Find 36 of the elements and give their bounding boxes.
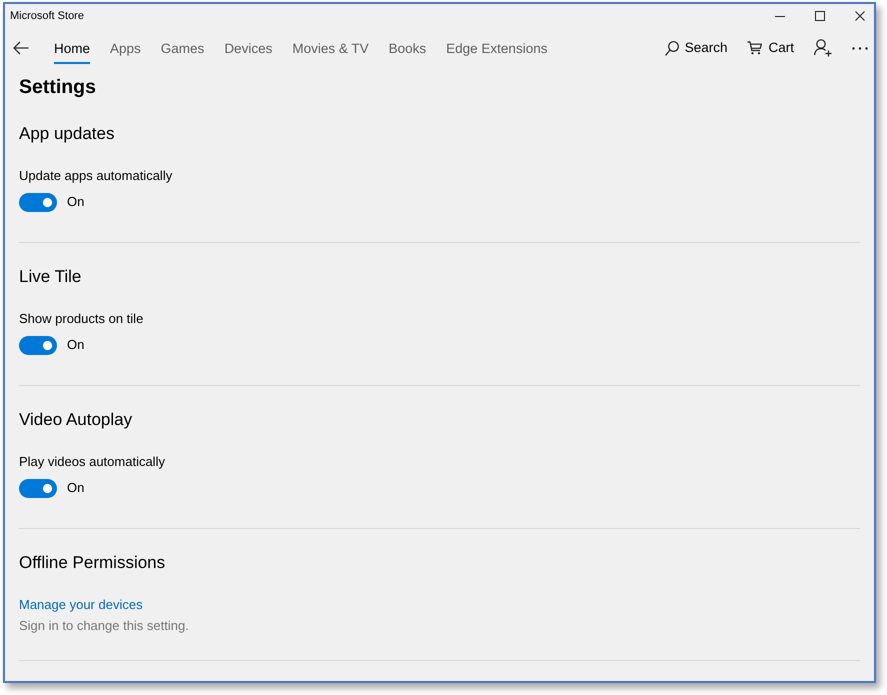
account-button[interactable] (814, 39, 832, 57)
toggle-switch[interactable] (19, 336, 57, 354)
window-title: Microsoft Store (10, 9, 84, 23)
nav-tab[interactable]: Edge Extensions (446, 28, 548, 64)
toggle-switch[interactable] (19, 478, 57, 498)
more-button[interactable] (852, 46, 868, 50)
section-heading: Live Tile (19, 266, 82, 288)
more-icon (852, 46, 868, 50)
toggle-state-label: On (67, 479, 84, 497)
settings-link[interactable]: Manage your devices (19, 596, 143, 614)
setting-label: Update apps automatically (19, 167, 174, 185)
close-icon (855, 11, 865, 21)
back-arrow-icon (13, 41, 29, 55)
toggle-state-label: On (67, 336, 84, 354)
cart-icon (747, 41, 762, 55)
setting-label: Show products on tile (19, 310, 144, 328)
setting-label: Play videos automatically (19, 453, 166, 471)
section-heading: App updates (19, 123, 116, 145)
cart-button[interactable]: Cart (747, 39, 794, 57)
section-heading: Video Autoplay (19, 409, 134, 431)
nav-tab[interactable]: Apps (110, 28, 141, 64)
nav-tab[interactable]: Games (160, 28, 204, 64)
section-heading: Offline Permissions (19, 552, 166, 574)
nav-tab[interactable]: Movies & TV (292, 28, 369, 64)
toggle-switch[interactable] (19, 192, 57, 212)
toggle-state-label: On (67, 193, 84, 211)
nav-tab[interactable]: Home (54, 28, 90, 64)
nav-tab[interactable]: Books (388, 28, 426, 64)
setting-note: Sign in to change this setting. (19, 617, 190, 635)
search-button[interactable]: Search (664, 39, 728, 57)
maximize-icon (815, 11, 825, 21)
nav-tab[interactable]: Devices (224, 28, 272, 64)
add-person-icon (814, 39, 832, 57)
search-icon (664, 40, 679, 56)
page-title: Settings (19, 75, 97, 100)
back-button[interactable] (13, 41, 29, 55)
